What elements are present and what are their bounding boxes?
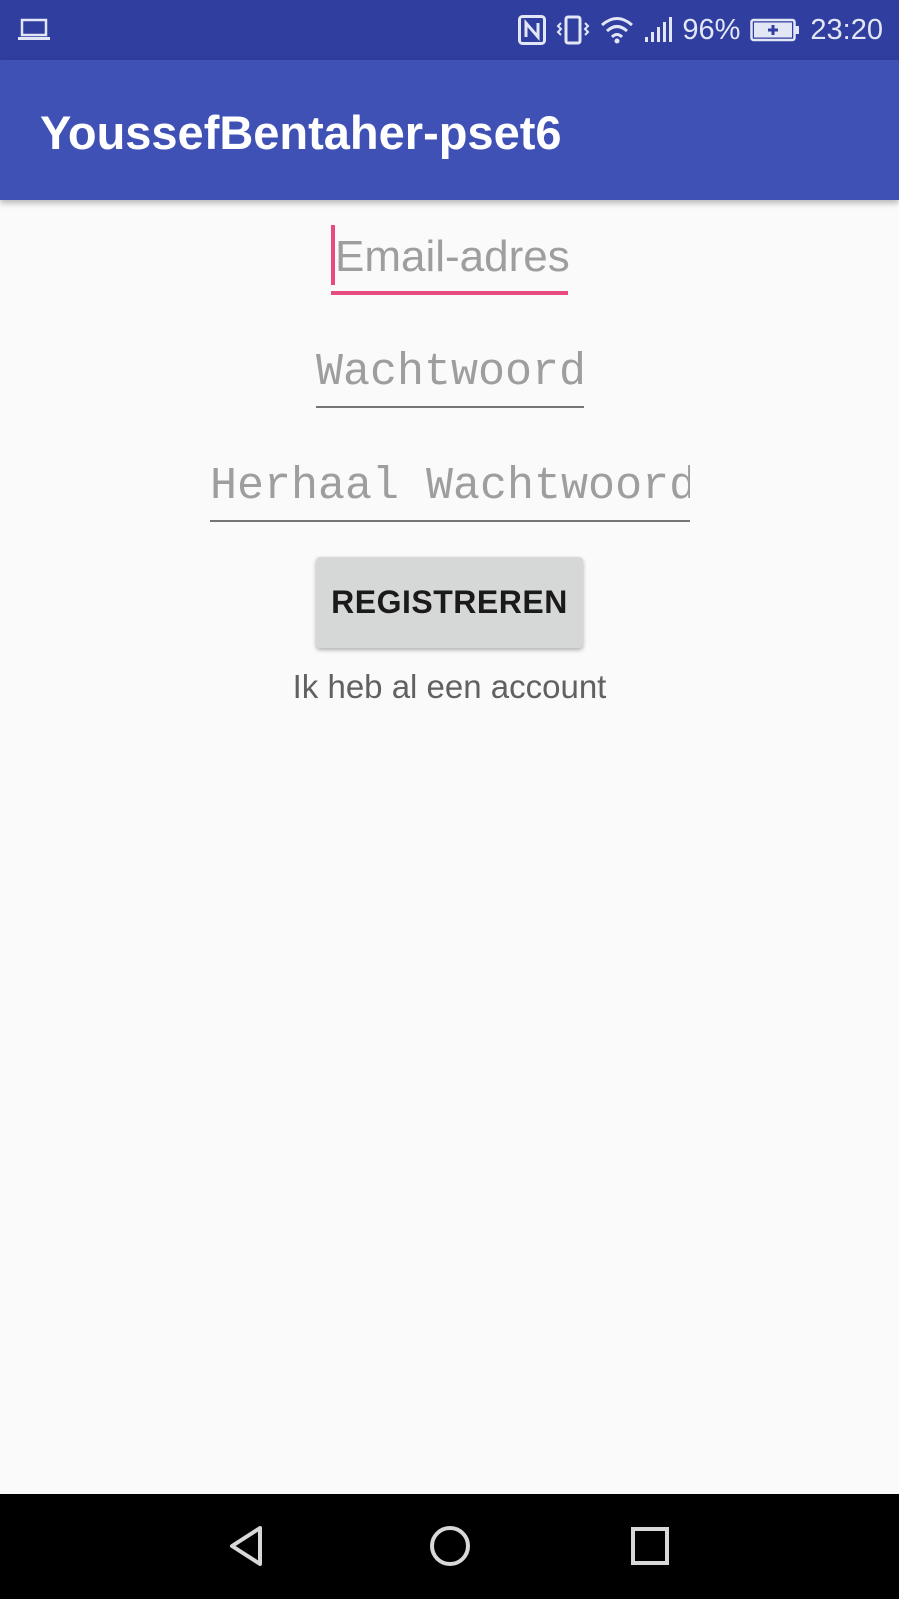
password-field[interactable] xyxy=(316,340,584,408)
status-bar: 96% 23:20 xyxy=(0,0,899,60)
app-bar: YoussefBentaher-pset6 xyxy=(0,60,899,200)
text-cursor xyxy=(331,225,335,285)
repeat-password-field[interactable] xyxy=(210,454,690,522)
status-icons: 96% 23:20 xyxy=(518,0,883,60)
navigation-bar xyxy=(0,1494,899,1599)
vibrate-icon xyxy=(556,15,590,45)
password-input[interactable] xyxy=(316,340,584,404)
register-button[interactable]: REGISTREREN xyxy=(316,557,583,648)
signal-icon xyxy=(644,17,673,43)
status-time: 23:20 xyxy=(810,13,883,46)
battery-percent: 96% xyxy=(682,13,741,46)
wifi-icon xyxy=(600,16,634,44)
repeat-password-input[interactable] xyxy=(210,454,690,518)
laptop-icon xyxy=(18,18,50,47)
app-title: YoussefBentaher-pset6 xyxy=(40,106,562,159)
email-input[interactable] xyxy=(331,225,572,289)
email-field[interactable] xyxy=(331,225,572,295)
recents-icon[interactable] xyxy=(620,1516,680,1576)
back-icon[interactable] xyxy=(220,1516,280,1576)
existing-account-link[interactable]: Ik heb al een account xyxy=(0,668,899,706)
nfc-icon xyxy=(518,15,547,45)
home-icon[interactable] xyxy=(420,1516,480,1576)
battery-charging-icon xyxy=(750,18,800,42)
